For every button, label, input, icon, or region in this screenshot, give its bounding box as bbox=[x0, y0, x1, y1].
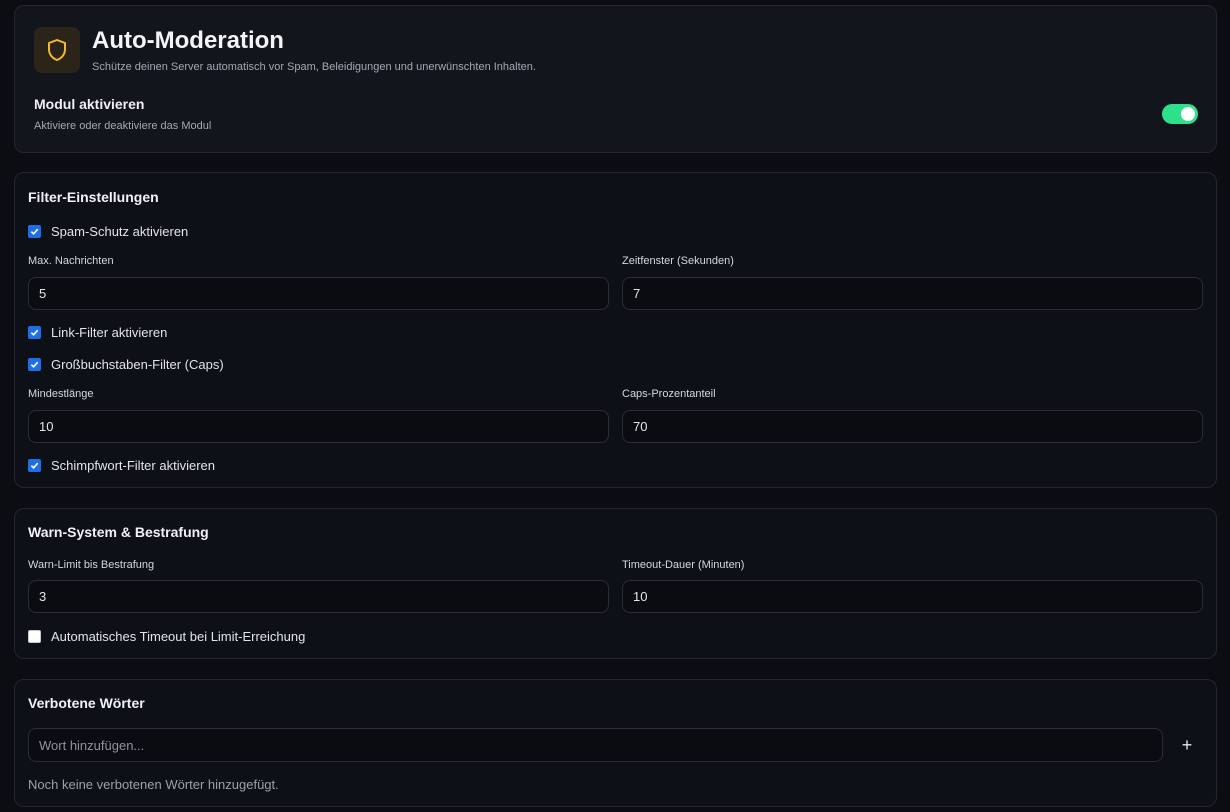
check-icon bbox=[30, 329, 39, 337]
warn-limit-label: Warn-Limit bis Bestrafung bbox=[28, 559, 155, 571]
spam-protection-checkbox[interactable] bbox=[28, 225, 41, 238]
warn-system-title: Warn-System & Bestrafung bbox=[28, 524, 209, 540]
auto-timeout-checkbox[interactable] bbox=[28, 630, 41, 643]
caps-filter-checkbox[interactable] bbox=[28, 358, 41, 371]
min-length-label: Mindestlänge bbox=[28, 388, 94, 400]
warn-system-card: Warn-System & Bestrafung Warn-Limit bis … bbox=[14, 508, 1217, 659]
forbidden-words-title: Verbotene Wörter bbox=[28, 695, 145, 711]
max-messages-input[interactable] bbox=[28, 277, 609, 310]
module-enable-toggle[interactable] bbox=[1162, 104, 1198, 124]
spam-protection-row: Spam-Schutz aktivieren bbox=[28, 224, 188, 239]
shield-icon bbox=[34, 27, 80, 73]
profanity-filter-checkbox[interactable] bbox=[28, 459, 41, 472]
check-icon bbox=[30, 361, 39, 369]
page-subtitle: Schütze deinen Server automatisch vor Sp… bbox=[92, 61, 536, 73]
auto-timeout-row: Automatisches Timeout bei Limit-Erreichu… bbox=[28, 629, 305, 644]
time-window-label: Zeitfenster (Sekunden) bbox=[622, 255, 734, 267]
filter-settings-title: Filter-Einstellungen bbox=[28, 189, 159, 205]
caps-filter-label: Großbuchstaben-Filter (Caps) bbox=[51, 357, 224, 372]
link-filter-checkbox[interactable] bbox=[28, 326, 41, 339]
module-header-card: Auto-Moderation Schütze deinen Server au… bbox=[14, 5, 1217, 153]
filter-settings-card: Filter-Einstellungen Spam-Schutz aktivie… bbox=[14, 172, 1217, 488]
check-icon bbox=[30, 462, 39, 470]
link-filter-label: Link-Filter aktivieren bbox=[51, 325, 168, 340]
time-window-input[interactable] bbox=[622, 277, 1203, 310]
max-messages-label: Max. Nachrichten bbox=[28, 255, 114, 267]
caps-percent-label: Caps-Prozentanteil bbox=[622, 388, 716, 400]
caps-filter-row: Großbuchstaben-Filter (Caps) bbox=[28, 357, 224, 372]
add-word-input[interactable] bbox=[28, 728, 1163, 762]
warn-limit-input[interactable] bbox=[28, 580, 609, 613]
module-toggle-title: Modul aktivieren bbox=[34, 96, 145, 112]
page-title: Auto-Moderation bbox=[92, 27, 284, 54]
profanity-filter-label: Schimpfwort-Filter aktivieren bbox=[51, 458, 215, 473]
caps-percent-input[interactable] bbox=[622, 410, 1203, 443]
add-word-button[interactable]: + bbox=[1175, 730, 1199, 760]
toggle-knob bbox=[1181, 107, 1195, 121]
timeout-duration-input[interactable] bbox=[622, 580, 1203, 613]
auto-timeout-label: Automatisches Timeout bei Limit-Erreichu… bbox=[51, 629, 306, 644]
empty-words-note: Noch keine verbotenen Wörter hinzugefügt… bbox=[28, 777, 279, 792]
link-filter-row: Link-Filter aktivieren bbox=[28, 325, 167, 340]
forbidden-words-card: Verbotene Wörter + Noch keine verbotenen… bbox=[14, 679, 1217, 807]
min-length-input[interactable] bbox=[28, 410, 609, 443]
timeout-duration-label: Timeout-Dauer (Minuten) bbox=[622, 559, 745, 571]
profanity-filter-row: Schimpfwort-Filter aktivieren bbox=[28, 458, 215, 473]
plus-icon: + bbox=[1181, 734, 1193, 755]
check-icon bbox=[30, 228, 39, 236]
spam-protection-label: Spam-Schutz aktivieren bbox=[51, 224, 189, 239]
module-toggle-subtitle: Aktiviere oder deaktiviere das Modul bbox=[34, 120, 212, 132]
